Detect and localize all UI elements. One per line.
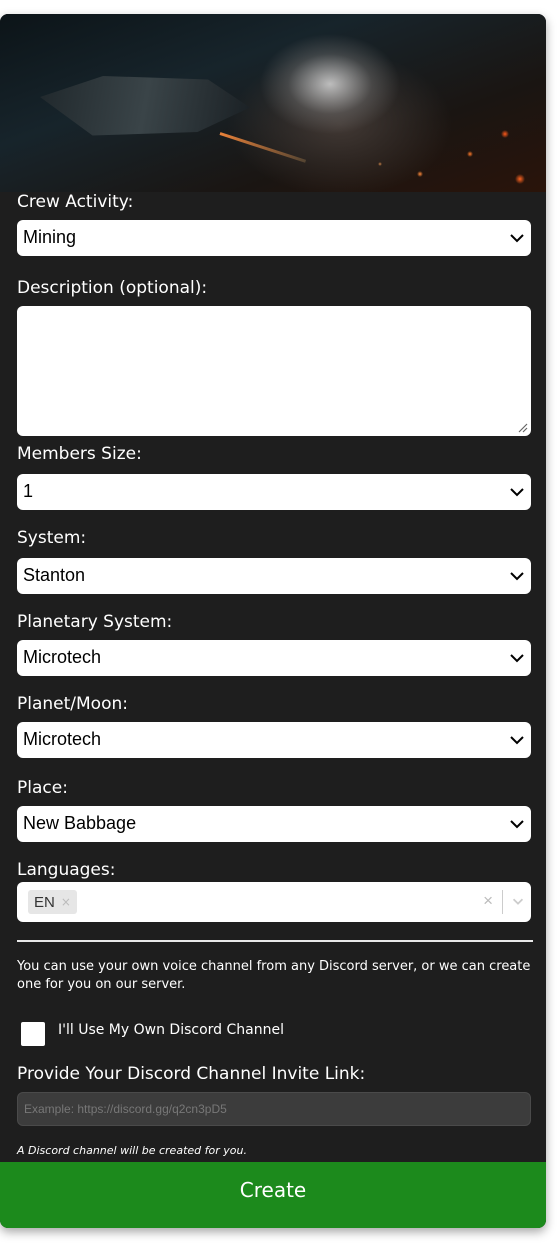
chevron-down-icon [510, 572, 524, 581]
place-select[interactable]: New Babbage [17, 806, 531, 842]
language-chip-en: EN × [28, 890, 77, 914]
chevron-down-icon [510, 820, 524, 829]
crew-activity-value: Mining [23, 227, 77, 247]
chevron-down-icon [510, 234, 524, 243]
system-label: System: [17, 528, 87, 548]
invite-link-label: Provide Your Discord Channel Invite Link… [17, 1064, 366, 1084]
header-banner-image [0, 14, 546, 192]
description-label: Description (optional): [17, 278, 208, 298]
create-button[interactable]: Create [0, 1162, 546, 1228]
spaceship-graphic [40, 76, 250, 136]
section-divider [17, 940, 533, 942]
description-textarea[interactable] [17, 306, 531, 436]
language-chip-label: EN [34, 893, 55, 911]
create-crew-form: Crew Activity: Mining Description (optio… [0, 14, 546, 1228]
languages-multiselect[interactable]: EN × × [17, 882, 531, 922]
invite-link-input[interactable] [17, 1092, 531, 1126]
mining-laser-graphic [219, 132, 307, 163]
chevron-down-icon [510, 736, 524, 745]
create-button-label: Create [239, 1178, 307, 1202]
indicator-separator [502, 890, 503, 914]
resize-handle-icon[interactable] [516, 421, 528, 433]
own-discord-channel-label[interactable]: I'll Use My Own Discord Channel [58, 1022, 284, 1038]
discord-channel-note: A Discord channel will be created for yo… [17, 1144, 247, 1157]
languages-label: Languages: [17, 860, 116, 880]
discord-info-text: You can use your own voice channel from … [17, 959, 531, 992]
clear-icon[interactable]: × [483, 891, 493, 911]
crew-activity-select[interactable]: Mining [17, 220, 531, 256]
planetary-system-value: Microtech [23, 647, 102, 667]
members-size-value: 1 [23, 481, 34, 501]
own-discord-channel-checkbox[interactable] [21, 1022, 45, 1046]
planetary-system-label: Planetary System: [17, 612, 173, 632]
place-value: New Babbage [23, 813, 137, 833]
chevron-down-icon [510, 654, 524, 663]
members-size-select[interactable]: 1 [17, 474, 531, 510]
planet-moon-label: Planet/Moon: [17, 694, 128, 714]
planet-moon-select[interactable]: Microtech [17, 722, 531, 758]
system-select[interactable]: Stanton [17, 558, 531, 594]
chip-remove-icon[interactable]: × [61, 895, 71, 909]
chevron-down-icon[interactable] [510, 893, 526, 909]
place-label: Place: [17, 778, 68, 798]
planetary-system-select[interactable]: Microtech [17, 640, 531, 676]
chevron-down-icon [510, 488, 524, 497]
planet-moon-value: Microtech [23, 729, 102, 749]
members-size-label: Members Size: [17, 444, 142, 464]
crew-activity-label: Crew Activity: [17, 192, 134, 212]
system-value: Stanton [23, 565, 86, 585]
